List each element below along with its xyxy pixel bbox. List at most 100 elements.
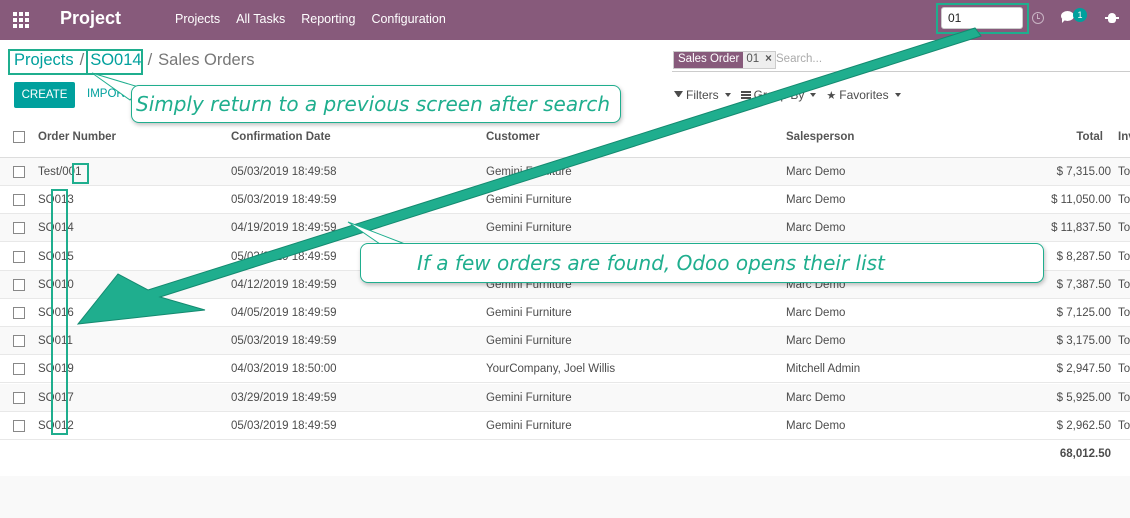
salesperson-cell: Mitchell Admin bbox=[786, 363, 861, 376]
total-cell: $ 7,315.00 bbox=[1056, 166, 1111, 178]
total-cell: $ 8,287.50 bbox=[1056, 250, 1111, 263]
star-icon: ★ bbox=[826, 89, 837, 102]
row-checkbox[interactable] bbox=[13, 307, 25, 319]
confirmation-date-cell: 05/03/2019 18:49:58 bbox=[231, 166, 337, 178]
table-row[interactable]: SO019 04/03/2019 18:50:00 YourCompany, Joe… bbox=[0, 355, 1130, 384]
salesperson-cell: Marc Demo bbox=[786, 419, 846, 432]
facet-category: Sales Order bbox=[674, 52, 744, 68]
app-title: Project bbox=[60, 8, 122, 28]
invoice-status-cell: To bbox=[1118, 335, 1130, 348]
column-header-order-number[interactable]: Order Number bbox=[38, 131, 116, 143]
group-by-dropdown[interactable]: Group By bbox=[740, 88, 817, 102]
create-button[interactable]: CREATE bbox=[14, 82, 75, 108]
salesperson-cell: Marc Demo bbox=[786, 307, 846, 319]
confirmation-date-cell: 05/03/2019 18:49:59 bbox=[231, 194, 337, 207]
caret-down-icon bbox=[810, 93, 817, 97]
group-by-icon bbox=[740, 91, 751, 99]
chat-badge: 1 bbox=[1073, 8, 1087, 22]
column-header-confirmation-date[interactable]: Confirmation Date bbox=[231, 131, 331, 143]
total-cell: $ 3,175.00 bbox=[1056, 335, 1111, 348]
customer-cell: Gemini Furniture bbox=[486, 166, 572, 178]
confirmation-date-cell: 05/03/2019 18:49:59 bbox=[231, 419, 337, 432]
menu-item-configuration[interactable]: Configuration bbox=[371, 12, 445, 26]
row-checkbox[interactable] bbox=[13, 419, 25, 432]
menu-item-all-tasks[interactable]: All Tasks bbox=[236, 12, 285, 26]
customer-cell: Gemini Furniture bbox=[486, 194, 572, 207]
main-menu: Projects All Tasks Reporting Configurati… bbox=[175, 12, 446, 26]
invoice-status-cell: To bbox=[1118, 194, 1130, 207]
favorites-dropdown[interactable]: ★ Favorites bbox=[826, 88, 901, 102]
apps-grid-icon[interactable] bbox=[13, 12, 29, 28]
search-view: Sales Order 01 × Search... bbox=[672, 50, 1130, 72]
select-all-checkbox[interactable] bbox=[13, 131, 25, 143]
table-row[interactable]: SO017 03/29/2019 18:49:59 Gemini Furniture… bbox=[0, 383, 1130, 412]
highlight-box-match-column bbox=[51, 189, 68, 435]
column-header-salesperson[interactable]: Salesperson bbox=[786, 131, 854, 143]
group-by-label: Group By bbox=[753, 88, 805, 102]
highlight-box-quick-search bbox=[936, 3, 1029, 34]
column-header-customer[interactable]: Customer bbox=[486, 131, 540, 143]
row-checkbox[interactable] bbox=[13, 363, 25, 376]
confirmation-date-cell: 04/05/2019 18:49:59 bbox=[231, 307, 337, 319]
confirmation-date-cell: 03/29/2019 18:49:59 bbox=[231, 391, 337, 404]
filters-dropdown[interactable]: Filters bbox=[674, 88, 731, 102]
customer-cell: Gemini Furniture bbox=[486, 391, 572, 404]
table-row[interactable]: SO013 05/03/2019 18:49:59 Gemini Furniture… bbox=[0, 186, 1130, 215]
total-cell: $ 7,387.50 bbox=[1056, 278, 1111, 291]
highlight-box-match-first bbox=[72, 163, 89, 184]
highlight-box-breadcrumb bbox=[8, 49, 143, 75]
row-checkbox[interactable] bbox=[13, 250, 25, 263]
table-row[interactable]: SO012 05/03/2019 18:49:59 Gemini Furniture… bbox=[0, 412, 1130, 440]
row-checkbox[interactable] bbox=[13, 335, 25, 348]
facet-remove-icon[interactable]: × bbox=[762, 52, 775, 68]
chat-icon[interactable] bbox=[1061, 11, 1074, 23]
callout-return-previous-screen: Simply return to a previous screen after… bbox=[131, 85, 621, 123]
import-button[interactable]: IMPORT bbox=[87, 88, 132, 100]
customer-cell: Gemini Furniture bbox=[486, 307, 572, 319]
table-header: Order Number Confirmation Date Customer … bbox=[0, 118, 1130, 158]
customer-cell: YourCompany, Joel Willis bbox=[486, 363, 616, 376]
row-checkbox[interactable] bbox=[13, 391, 25, 404]
bug-icon[interactable] bbox=[1105, 13, 1119, 23]
column-header-total[interactable]: Total bbox=[1076, 131, 1103, 143]
customer-cell: Gemini Furniture bbox=[486, 222, 572, 235]
invoice-status-cell: To bbox=[1118, 363, 1130, 376]
total-cell: $ 5,925.00 bbox=[1056, 391, 1111, 404]
table-row[interactable]: SO016 04/05/2019 18:49:59 Gemini Furniture… bbox=[0, 299, 1130, 327]
salesperson-cell: Marc Demo bbox=[786, 194, 846, 207]
customer-cell: Gemini Furniture bbox=[486, 335, 572, 348]
caret-down-icon bbox=[894, 93, 901, 97]
confirmation-date-cell: 04/12/2019 18:49:59 bbox=[231, 278, 337, 291]
table-row[interactable]: Test/001 05/03/2019 18:49:58 Gemini Furnit… bbox=[0, 158, 1130, 186]
salesperson-cell: Marc Demo bbox=[786, 166, 846, 178]
clock-icon[interactable] bbox=[1032, 12, 1044, 24]
salesperson-cell: Marc Demo bbox=[786, 222, 846, 235]
table-row[interactable]: SO011 05/03/2019 18:49:59 Gemini Furniture… bbox=[0, 327, 1130, 356]
breadcrumb-sales-orders: Sales Orders bbox=[158, 51, 255, 69]
search-input[interactable]: Search... bbox=[776, 53, 822, 65]
filter-bar: Filters Group By ★ Favorites bbox=[674, 88, 901, 102]
callout-orders-list: If a few orders are found, Odoo opens th… bbox=[360, 243, 1044, 283]
menu-item-projects[interactable]: Projects bbox=[175, 12, 220, 26]
column-header-invoice-status[interactable]: Inv bbox=[1118, 131, 1130, 143]
breadcrumb-separator: / bbox=[147, 51, 153, 69]
total-cell: $ 2,947.50 bbox=[1056, 363, 1111, 376]
invoice-status-cell: To bbox=[1118, 222, 1130, 235]
total-cell: $ 2,962.50 bbox=[1056, 419, 1111, 432]
salesperson-cell: Marc Demo bbox=[786, 335, 846, 348]
row-checkbox[interactable] bbox=[13, 222, 25, 235]
confirmation-date-cell: 05/03/2019 18:49:59 bbox=[231, 335, 337, 348]
total-cell: $ 11,837.50 bbox=[1051, 222, 1111, 235]
total-cell: $ 11,050.00 bbox=[1051, 194, 1111, 207]
row-checkbox[interactable] bbox=[13, 278, 25, 291]
table-row[interactable]: SO014 04/19/2019 18:49:59 Gemini Furniture… bbox=[0, 214, 1130, 243]
menu-item-reporting[interactable]: Reporting bbox=[301, 12, 355, 26]
filter-icon bbox=[674, 90, 683, 100]
row-checkbox[interactable] bbox=[13, 166, 25, 178]
salesperson-cell: Marc Demo bbox=[786, 391, 846, 404]
customer-cell: Gemini Furniture bbox=[486, 419, 572, 432]
invoice-status-cell: To bbox=[1118, 307, 1130, 319]
invoice-status-cell: To bbox=[1118, 166, 1130, 178]
row-checkbox[interactable] bbox=[13, 194, 25, 207]
sales-order-list: Order Number Confirmation Date Customer … bbox=[0, 118, 1130, 476]
